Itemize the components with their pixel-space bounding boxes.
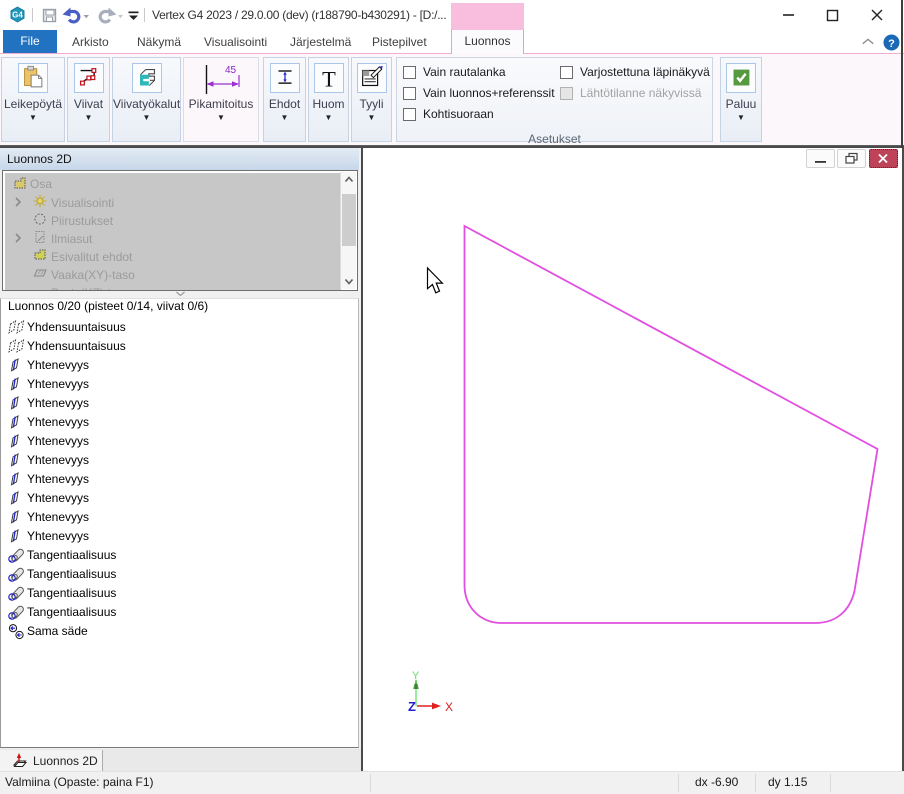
svg-text:T: T (322, 66, 336, 91)
svg-text:45: 45 (225, 65, 237, 76)
svg-text:X: X (445, 700, 453, 714)
svg-text:Z: Z (408, 699, 416, 714)
svg-text:G4: G4 (12, 11, 23, 20)
svg-text:?: ? (888, 38, 895, 50)
